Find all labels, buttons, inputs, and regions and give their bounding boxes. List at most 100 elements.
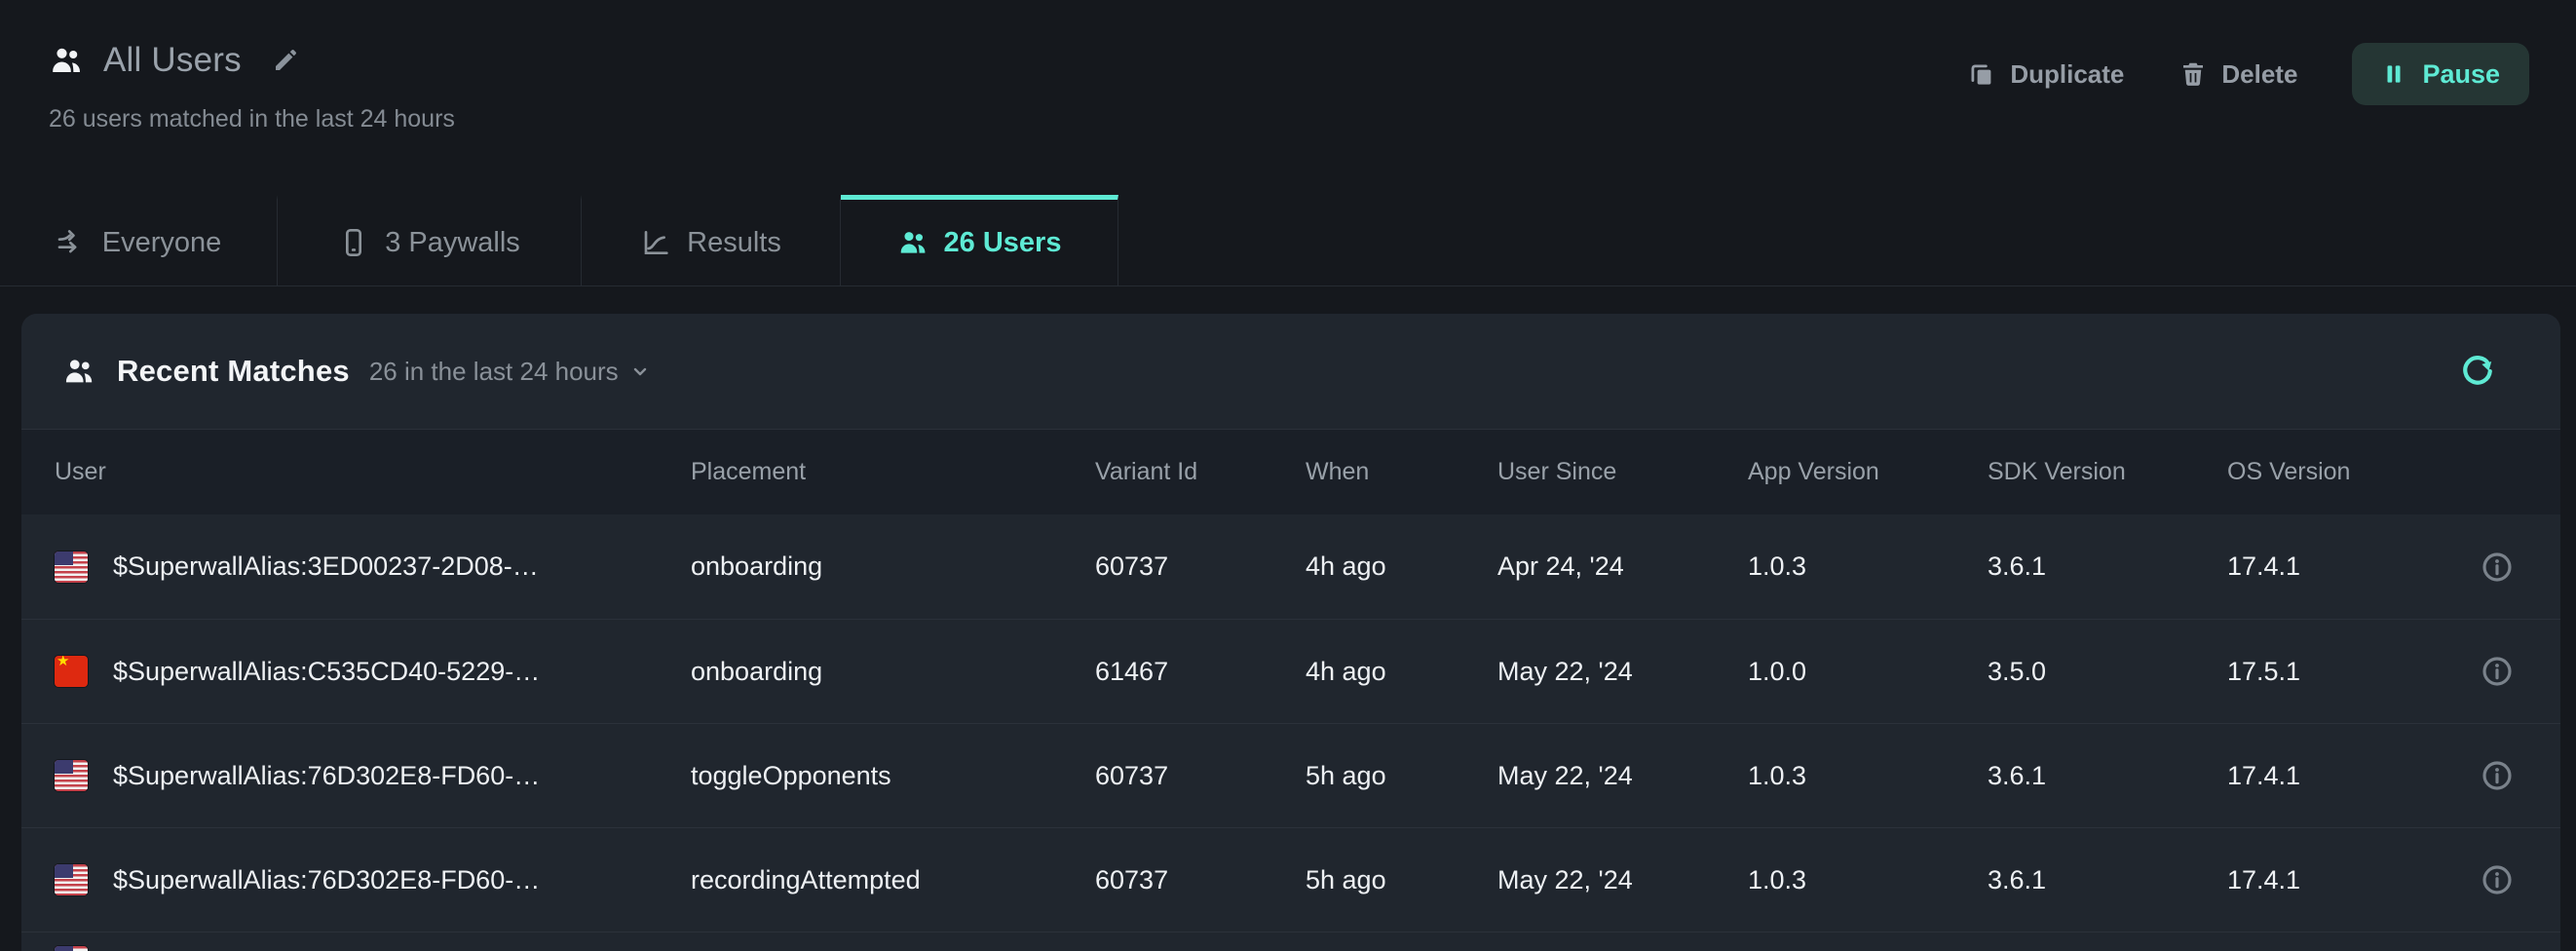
user-alias: $SuperwallAlias:76D302E8-FD60-… xyxy=(113,761,540,791)
time-range-dropdown[interactable]: 26 in the last 24 hours xyxy=(369,357,652,387)
duplicate-label: Duplicate xyxy=(2010,59,2124,90)
page-header-left: All Users 26 users matched in the last 2… xyxy=(49,35,455,133)
pause-icon xyxy=(2381,61,2406,87)
page-subtitle: 26 users matched in the last 24 hours xyxy=(49,105,455,133)
info-icon xyxy=(2479,653,2516,690)
refresh-icon xyxy=(2457,351,2498,392)
info-icon xyxy=(2479,757,2516,794)
delete-button[interactable]: Delete xyxy=(2178,59,2297,90)
table-body: $SuperwallAlias:3ED00237-2D08-… onboardi… xyxy=(21,514,2560,951)
info-button[interactable] xyxy=(2477,651,2518,692)
user-cell: $SuperwallAlias:C535CD40-5229-… xyxy=(55,656,691,687)
info-icon xyxy=(2479,861,2516,898)
user-cell: $SuperwallAlias:3ED00237-2D08-… xyxy=(55,552,691,583)
tab-users[interactable]: 26 Users xyxy=(841,195,1118,285)
placement-cell: onboarding xyxy=(691,552,1095,582)
pencil-icon xyxy=(271,46,300,75)
duplicate-icon xyxy=(1967,59,1996,89)
tab-bar: Everyone 3 Paywalls Results xyxy=(0,195,2576,286)
app-version-cell: 1.0.0 xyxy=(1748,657,1988,687)
column-header-placement: Placement xyxy=(691,458,1095,486)
variant-id-cell: 60737 xyxy=(1095,552,1306,582)
info-button[interactable] xyxy=(2477,547,2518,588)
table-row[interactable]: $SuperwallAlias:3ED00237-2D08-… onboardi… xyxy=(21,514,2560,619)
user-cell xyxy=(55,946,691,951)
refresh-button[interactable] xyxy=(2453,347,2502,396)
info-cell xyxy=(2443,859,2527,900)
panel-title: Recent Matches xyxy=(117,354,350,389)
os-version-cell: 17.4.1 xyxy=(2227,552,2443,582)
user-since-cell: May 22, '24 xyxy=(1497,761,1748,791)
info-button[interactable] xyxy=(2477,755,2518,796)
tab-paywalls[interactable]: 3 Paywalls xyxy=(278,195,582,285)
tab-everyone-label: Everyone xyxy=(102,227,222,259)
os-version-cell: 17.5.1 xyxy=(2227,657,2443,687)
info-cell xyxy=(2443,755,2527,796)
country-flag xyxy=(55,656,88,687)
info-cell xyxy=(2443,651,2527,692)
tab-results[interactable]: Results xyxy=(582,195,841,285)
user-alias: $SuperwallAlias:3ED00237-2D08-… xyxy=(113,552,539,582)
users-icon xyxy=(897,227,928,258)
user-cell: $SuperwallAlias:76D302E8-FD60-… xyxy=(55,864,691,895)
country-flag xyxy=(55,864,88,895)
column-header-app-version: App Version xyxy=(1748,458,1988,486)
when-cell: 5h ago xyxy=(1306,865,1497,895)
sdk-version-cell: 3.6.1 xyxy=(1988,552,2227,582)
table-row[interactable]: $SuperwallAlias:76D302E8-FD60-… toggleOp… xyxy=(21,723,2560,827)
delete-label: Delete xyxy=(2221,59,2297,90)
user-alias: $SuperwallAlias:C535CD40-5229-… xyxy=(113,657,540,687)
table-row[interactable] xyxy=(21,932,2560,951)
app-version-cell: 1.0.3 xyxy=(1748,552,1988,582)
tab-results-label: Results xyxy=(687,227,781,259)
country-flag xyxy=(55,946,88,951)
table-row[interactable]: $SuperwallAlias:C535CD40-5229-… onboardi… xyxy=(21,619,2560,723)
column-header-when: When xyxy=(1306,458,1497,486)
header-actions: Duplicate Delete Pause xyxy=(1967,43,2529,105)
user-since-cell: May 22, '24 xyxy=(1497,865,1748,895)
sdk-version-cell: 3.6.1 xyxy=(1988,865,2227,895)
sdk-version-cell: 3.6.1 xyxy=(1988,761,2227,791)
placement-cell: toggleOpponents xyxy=(691,761,1095,791)
trash-icon xyxy=(2178,59,2208,89)
column-header-os-version: OS Version xyxy=(2227,458,2443,486)
tab-everyone[interactable]: Everyone xyxy=(0,195,278,285)
panel-header: Recent Matches 26 in the last 24 hours xyxy=(21,314,2560,429)
info-icon xyxy=(2479,549,2516,586)
user-since-cell: Apr 24, '24 xyxy=(1497,552,1748,582)
table-row[interactable]: $SuperwallAlias:76D302E8-FD60-… recordin… xyxy=(21,827,2560,932)
variant-id-cell: 60737 xyxy=(1095,761,1306,791)
column-header-sdk-version: SDK Version xyxy=(1988,458,2227,486)
duplicate-button[interactable]: Duplicate xyxy=(1967,59,2124,90)
when-cell: 5h ago xyxy=(1306,761,1497,791)
tab-paywalls-label: 3 Paywalls xyxy=(385,227,520,259)
country-flag xyxy=(55,552,88,583)
pause-label: Pause xyxy=(2422,59,2500,90)
user-since-cell: May 22, '24 xyxy=(1497,657,1748,687)
info-button[interactable] xyxy=(2477,859,2518,900)
column-header-variant-id: Variant Id xyxy=(1095,458,1306,486)
page-title: All Users xyxy=(103,41,242,80)
table-header: User Placement Variant Id When User Sinc… xyxy=(21,429,2560,514)
sdk-version-cell: 3.5.0 xyxy=(1988,657,2227,687)
user-alias: $SuperwallAlias:76D302E8-FD60-… xyxy=(113,865,540,895)
placement-cell: onboarding xyxy=(691,657,1095,687)
chart-icon xyxy=(640,227,671,258)
users-icon xyxy=(49,43,84,78)
app-version-cell: 1.0.3 xyxy=(1748,761,1988,791)
page-header: All Users 26 users matched in the last 2… xyxy=(0,0,2576,195)
tab-users-label: 26 Users xyxy=(944,227,1062,259)
when-cell: 4h ago xyxy=(1306,657,1497,687)
chevron-down-icon xyxy=(628,360,652,383)
users-icon xyxy=(62,355,95,388)
variant-id-cell: 60737 xyxy=(1095,865,1306,895)
os-version-cell: 17.4.1 xyxy=(2227,761,2443,791)
recent-matches-panel: Recent Matches 26 in the last 24 hours U… xyxy=(21,314,2560,951)
placement-cell: recordingAttempted xyxy=(691,865,1095,895)
edit-title-button[interactable] xyxy=(267,42,304,79)
column-header-user-since: User Since xyxy=(1497,458,1748,486)
country-flag xyxy=(55,760,88,791)
os-version-cell: 17.4.1 xyxy=(2227,865,2443,895)
info-cell xyxy=(2443,547,2527,588)
pause-button[interactable]: Pause xyxy=(2352,43,2529,105)
